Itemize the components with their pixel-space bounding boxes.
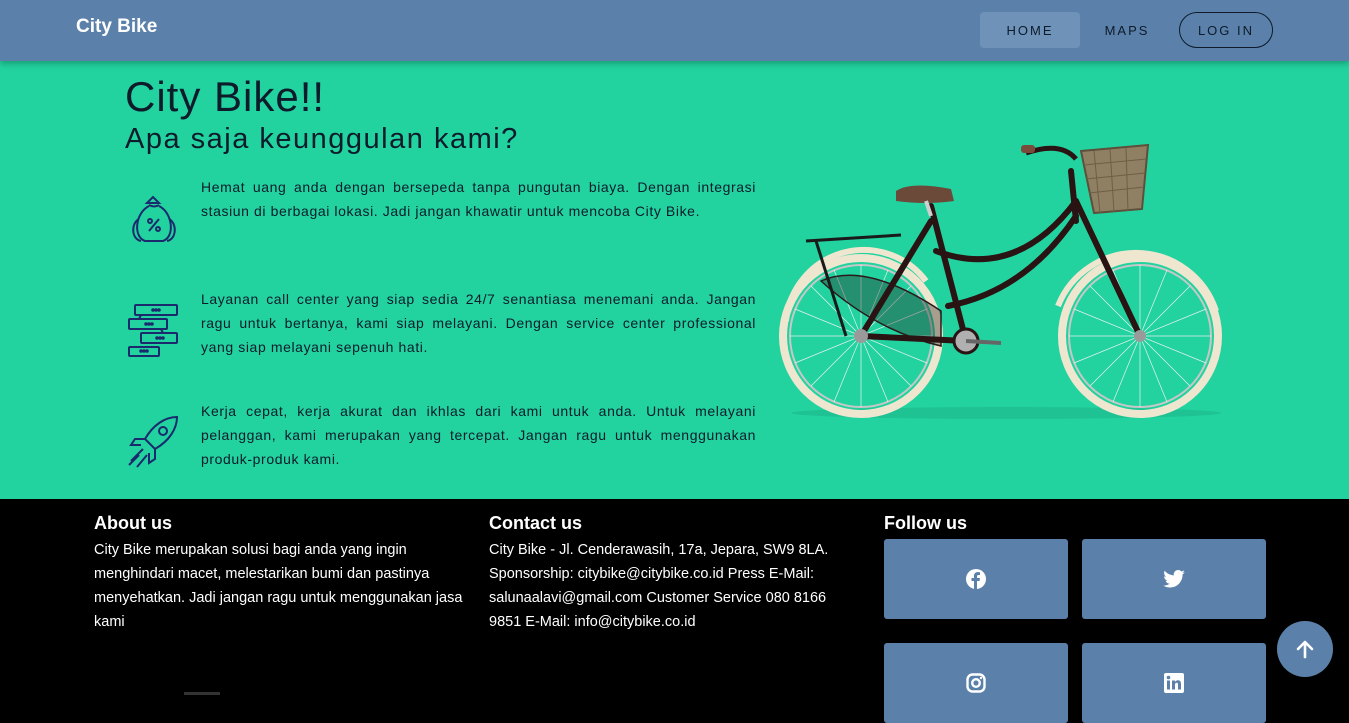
nav-home-link[interactable]: HOME: [980, 12, 1080, 48]
rocket-icon: [127, 415, 181, 469]
facebook-icon: [966, 569, 986, 589]
arrow-up-icon: [1296, 640, 1314, 659]
about-heading: About us: [94, 513, 172, 533]
feature-text-savings: Hemat uang anda dengan bersepeda tanpa p…: [201, 179, 756, 219]
footer: About us City Bike merupakan solusi bagi…: [0, 499, 1349, 723]
brand-logo[interactable]: City Bike: [76, 16, 157, 38]
contact-heading: Contact us: [489, 513, 583, 533]
follow-heading: Follow us: [884, 513, 967, 533]
instagram-button[interactable]: [884, 643, 1068, 723]
hero-subtitle: Apa saja keunggulan kami?: [125, 123, 519, 155]
linkedin-button[interactable]: [1082, 643, 1266, 723]
money-bag-icon: [127, 193, 181, 247]
about-text: City Bike merupakan solusi bagi anda yan…: [94, 542, 463, 630]
feature-text-speed: Kerja cepat, kerja akurat dan ikhlas dar…: [201, 403, 756, 467]
hero-section: City Bike!! Apa saja keunggulan kami? He…: [0, 61, 1349, 499]
hero-title: City Bike!!: [125, 73, 326, 120]
twitter-icon: [1163, 570, 1185, 588]
linkedin-icon: [1164, 673, 1184, 693]
instagram-icon: [966, 673, 986, 693]
login-button[interactable]: LOG IN: [1179, 12, 1273, 48]
facebook-button[interactable]: [884, 539, 1068, 619]
twitter-button[interactable]: [1082, 539, 1266, 619]
bicycle-image: [776, 131, 1236, 431]
scroll-to-top-button[interactable]: [1277, 621, 1333, 677]
navbar: City Bike HOME MAPS LOG IN: [0, 0, 1349, 61]
chat-messages-icon: [127, 303, 181, 357]
feature-text-callcenter: Layanan call center yang siap sedia 24/7…: [201, 291, 756, 355]
contact-text: City Bike - Jl. Cenderawasih, 17a, Jepar…: [489, 542, 829, 630]
nav-maps-link[interactable]: MAPS: [1092, 12, 1162, 48]
